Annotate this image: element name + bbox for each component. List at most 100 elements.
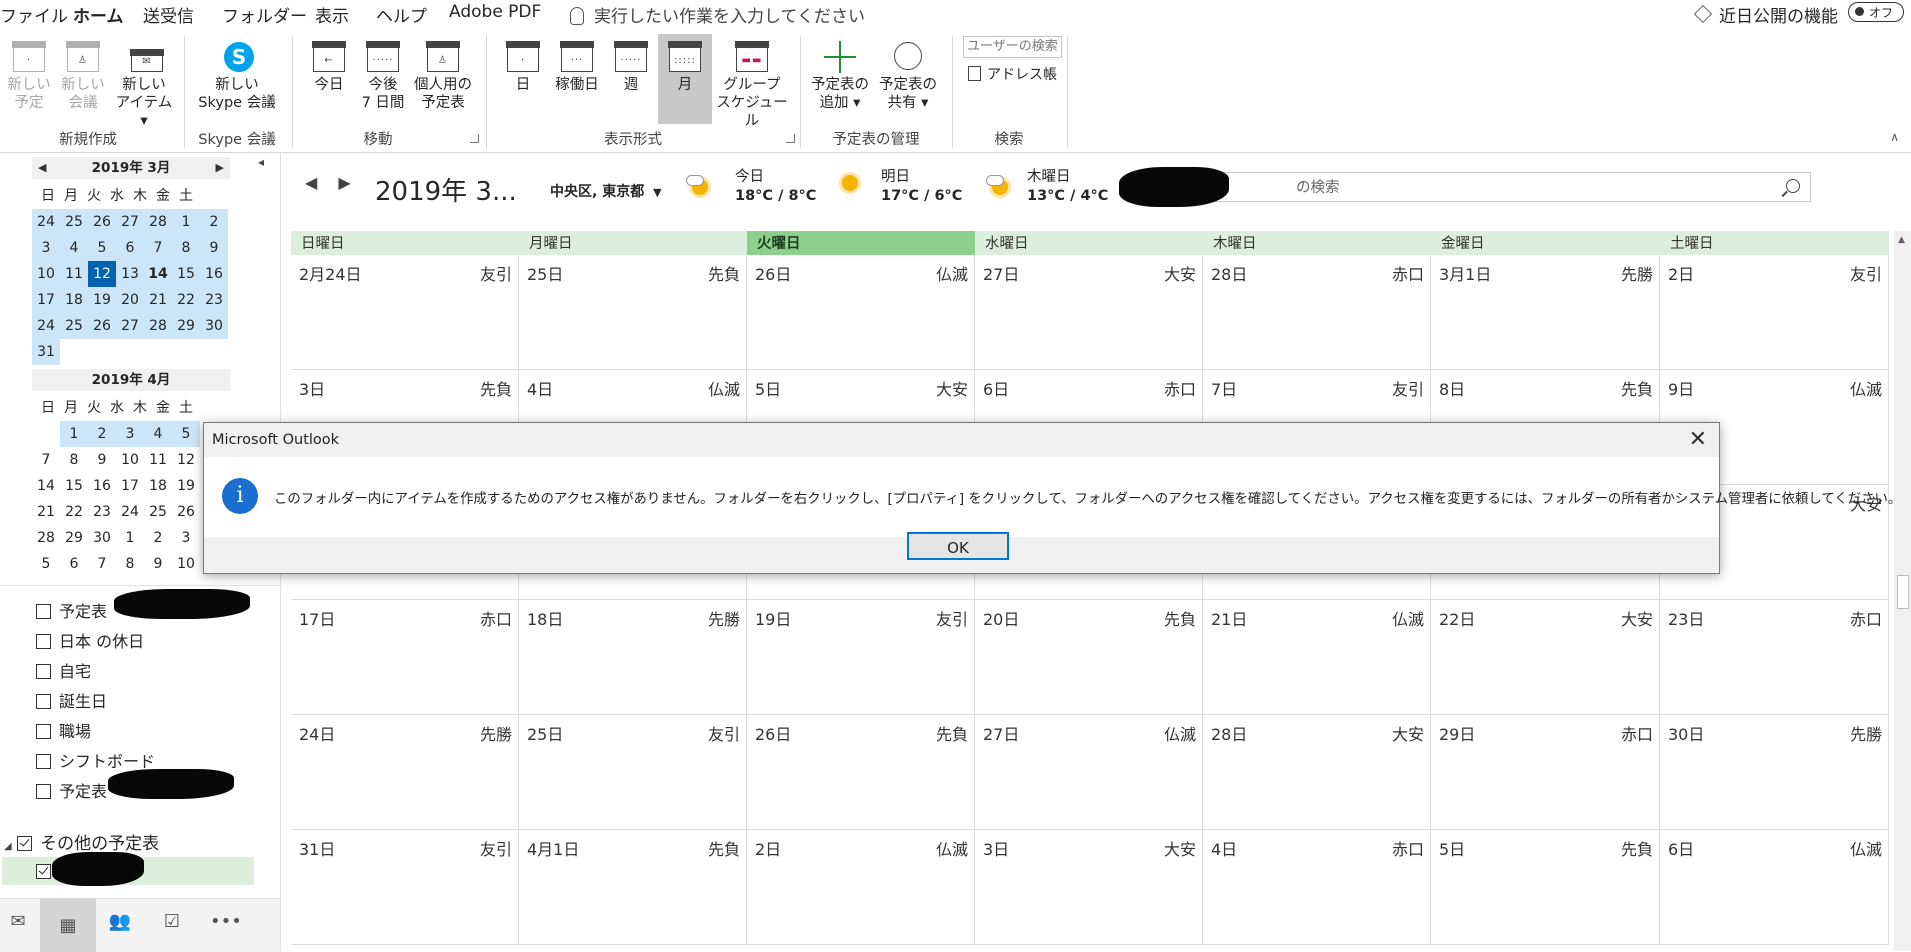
collapse-pane-icon[interactable]: ◂ bbox=[258, 155, 264, 169]
day-cell[interactable]: 28日 赤口 bbox=[1203, 255, 1431, 370]
day-cell[interactable]: 4日 赤口 bbox=[1203, 830, 1431, 945]
mini-day[interactable]: 2 bbox=[200, 209, 228, 235]
day-cell[interactable]: 3月1日 先勝 bbox=[1431, 255, 1660, 370]
tab-home[interactable]: ホーム bbox=[73, 2, 124, 33]
tab-adobe-pdf[interactable]: Adobe PDF bbox=[449, 2, 541, 22]
mini-day[interactable]: 25 bbox=[144, 499, 172, 525]
prev-period-icon[interactable]: ◀ bbox=[305, 173, 317, 192]
checkbox[interactable] bbox=[36, 754, 51, 769]
mini-day[interactable]: 7 bbox=[32, 447, 60, 473]
mini-day[interactable]: 16 bbox=[200, 261, 228, 287]
day-cell[interactable]: 26日 仏滅 bbox=[747, 255, 975, 370]
mini-day[interactable]: 15 bbox=[60, 473, 88, 499]
mini-day[interactable]: 17 bbox=[32, 287, 60, 313]
tab-folder[interactable]: フォルダー bbox=[222, 2, 307, 27]
day-cell[interactable]: 26日 先負 bbox=[747, 715, 975, 830]
next-month-icon[interactable]: ▶ bbox=[216, 157, 224, 179]
calendar-item[interactable]: 日本 の休日 bbox=[36, 630, 144, 654]
mini-day[interactable]: 17 bbox=[116, 473, 144, 499]
mini-day[interactable]: 9 bbox=[144, 551, 172, 577]
mini-day[interactable]: 8 bbox=[172, 235, 200, 261]
mini-day[interactable]: 26 bbox=[88, 313, 116, 339]
mini-day[interactable]: 3 bbox=[172, 525, 200, 551]
checkbox[interactable] bbox=[36, 634, 51, 649]
mini-day[interactable]: 25 bbox=[60, 313, 88, 339]
next-period-icon[interactable]: ▶ bbox=[338, 173, 350, 192]
mini-day[interactable]: 9 bbox=[88, 447, 116, 473]
mini-day[interactable]: 8 bbox=[116, 551, 144, 577]
day-cell[interactable]: 27日 大安 bbox=[975, 255, 1203, 370]
mini-day[interactable]: 21 bbox=[32, 499, 60, 525]
weather-location[interactable]: 中央区, 東京都 ▼ bbox=[550, 181, 662, 201]
mini-day[interactable]: 30 bbox=[200, 313, 228, 339]
scroll-thumb[interactable] bbox=[1897, 575, 1909, 609]
checkbox[interactable] bbox=[36, 724, 51, 739]
day-cell[interactable]: 2月24日 友引 bbox=[291, 255, 519, 370]
vertical-scrollbar[interactable]: ▲ bbox=[1894, 231, 1911, 951]
mini-day[interactable]: 3 bbox=[116, 421, 144, 447]
tab-file[interactable]: ファイル bbox=[0, 2, 68, 27]
calendar-nav-icon[interactable]: ▦ bbox=[40, 899, 96, 952]
calendar-item[interactable]: 自宅 bbox=[36, 660, 91, 684]
mini-day[interactable]: 2 bbox=[88, 421, 116, 447]
expand-triangle-icon[interactable]: ◢ bbox=[4, 841, 12, 852]
mini-day[interactable]: 12 bbox=[88, 261, 116, 287]
checkbox[interactable] bbox=[36, 784, 51, 799]
checkbox[interactable] bbox=[36, 694, 51, 709]
checkbox[interactable] bbox=[36, 864, 51, 879]
dialog-launcher-icon[interactable] bbox=[786, 134, 795, 143]
checkbox[interactable] bbox=[17, 836, 33, 851]
mini-day[interactable]: 10 bbox=[116, 447, 144, 473]
mini-day[interactable]: 19 bbox=[88, 287, 116, 313]
mini-day[interactable]: 26 bbox=[88, 209, 116, 235]
day-cell[interactable]: 22日 大安 bbox=[1431, 600, 1660, 715]
day-cell[interactable]: 29日 赤口 bbox=[1431, 715, 1660, 830]
mini-day[interactable]: 31 bbox=[32, 339, 60, 365]
mini-day[interactable]: 28 bbox=[144, 209, 172, 235]
tab-help[interactable]: ヘルプ bbox=[376, 2, 427, 27]
mini-day[interactable]: 1 bbox=[60, 421, 88, 447]
new-items-button[interactable]: ✉ 新しい アイテム ▾ bbox=[112, 38, 176, 130]
personal-calendar-button[interactable]: ♙ 個人用の 予定表 bbox=[412, 38, 474, 112]
mini-day[interactable]: 22 bbox=[172, 287, 200, 313]
new-meeting-button[interactable]: ♙ 新しい 会議 bbox=[58, 38, 108, 112]
checkbox[interactable] bbox=[36, 664, 51, 679]
coming-soon-toggle[interactable]: オフ bbox=[1848, 2, 1904, 22]
mini-day[interactable]: 23 bbox=[88, 499, 116, 525]
day-cell[interactable]: 6日 仏滅 bbox=[1660, 830, 1889, 945]
mini-day[interactable]: 5 bbox=[88, 235, 116, 261]
close-icon[interactable]: ✕ bbox=[1689, 427, 1707, 452]
view-workweek-button[interactable]: ··· 稼働日 bbox=[552, 38, 602, 94]
mini-day[interactable]: 18 bbox=[60, 287, 88, 313]
mini-day[interactable]: 11 bbox=[60, 261, 88, 287]
address-book-button[interactable]: アドレス帳 bbox=[968, 64, 1057, 84]
coming-soon-link[interactable]: 近日公開の機能 bbox=[1693, 2, 1838, 27]
mini-day[interactable]: 29 bbox=[172, 313, 200, 339]
day-cell[interactable]: 2日 仏滅 bbox=[747, 830, 975, 945]
share-calendar-button[interactable]: 予定表の 共有 ▾ bbox=[876, 38, 940, 112]
day-cell[interactable]: 19日 友引 bbox=[747, 600, 975, 715]
mini-day[interactable]: 10 bbox=[32, 261, 60, 287]
day-cell[interactable]: 5日 先負 bbox=[1431, 830, 1660, 945]
day-cell[interactable]: 27日 仏滅 bbox=[975, 715, 1203, 830]
mini-day[interactable]: 22 bbox=[60, 499, 88, 525]
people-icon[interactable]: 👥 bbox=[106, 911, 134, 937]
mini-day[interactable]: 24 bbox=[32, 313, 60, 339]
mini-day[interactable]: 6 bbox=[116, 235, 144, 261]
calendar-item[interactable]: 誕生日 bbox=[36, 690, 107, 714]
mini-day[interactable]: 6 bbox=[60, 551, 88, 577]
new-appointment-button[interactable]: · 新しい 予定 bbox=[4, 38, 54, 112]
mini-day[interactable]: 7 bbox=[88, 551, 116, 577]
mini-day[interactable]: 9 bbox=[200, 235, 228, 261]
calendar-search-input[interactable]: の検索 bbox=[1213, 172, 1811, 202]
mini-day[interactable]: 5 bbox=[172, 421, 200, 447]
mini-day[interactable]: 18 bbox=[144, 473, 172, 499]
calendar-item[interactable]: 職場 bbox=[36, 720, 91, 744]
mini-day[interactable]: 21 bbox=[144, 287, 172, 313]
mini-day[interactable]: 7 bbox=[144, 235, 172, 261]
mini-day[interactable]: 24 bbox=[32, 209, 60, 235]
mini-day[interactable]: 20 bbox=[116, 287, 144, 313]
tell-me-box[interactable]: 実行したい作業を入力してください bbox=[570, 2, 865, 27]
checkbox[interactable] bbox=[36, 604, 51, 619]
dialog-launcher-icon[interactable] bbox=[470, 134, 479, 143]
